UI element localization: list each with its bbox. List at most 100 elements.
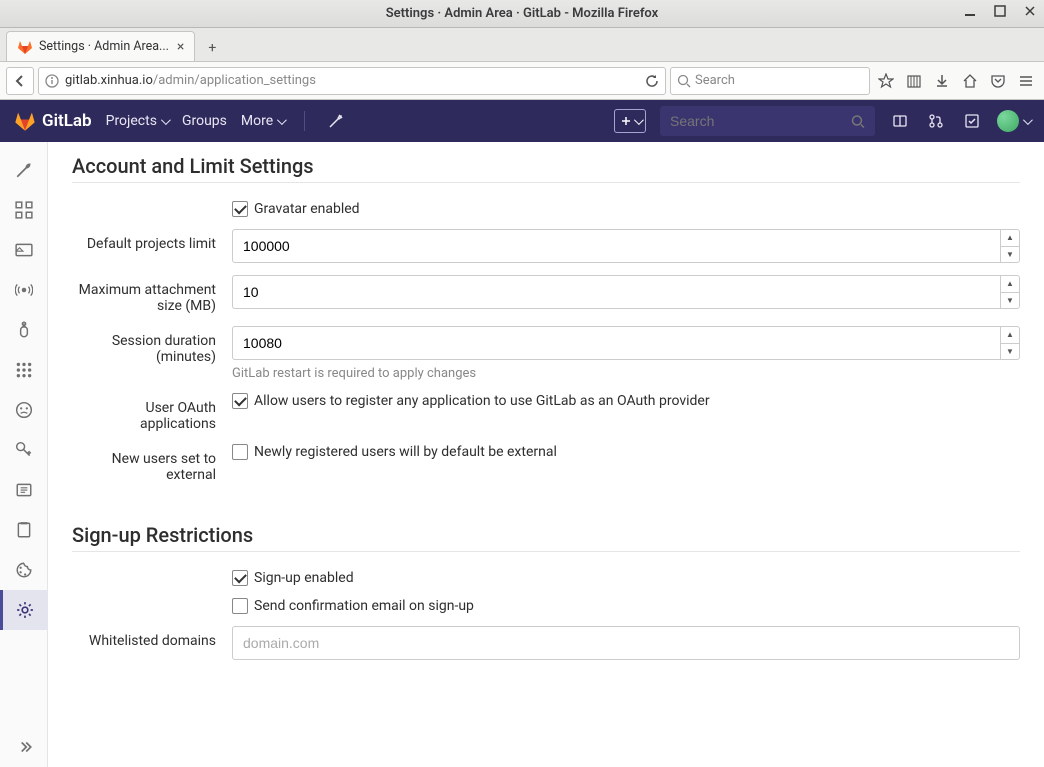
sidebar-item-deploy-keys[interactable]	[0, 430, 48, 470]
close-button[interactable]	[1022, 3, 1038, 19]
download-icon[interactable]	[930, 69, 954, 93]
sidebar-item-abuse[interactable]	[0, 390, 48, 430]
spinner-up-icon[interactable]: ▲	[1001, 276, 1019, 293]
new-tab-button[interactable]: +	[197, 35, 227, 61]
sidebar-item-runners[interactable]	[0, 510, 48, 550]
bookmark-star-icon[interactable]	[874, 69, 898, 93]
merge-requests-icon[interactable]	[925, 110, 947, 132]
new-dropdown-button[interactable]	[614, 109, 646, 133]
main-content: Account and Limit Settings Gravatar enab…	[48, 142, 1044, 767]
gitlab-search-input[interactable]	[670, 113, 851, 129]
user-menu[interactable]	[997, 110, 1030, 132]
url-bar[interactable]: gitlab.xinhua.io/admin/application_setti…	[38, 67, 666, 95]
tab-title: Settings · Admin Area...	[39, 39, 169, 54]
nav-projects-label: Projects	[106, 113, 157, 129]
spinner-up-icon[interactable]: ▲	[1001, 327, 1019, 344]
home-icon[interactable]	[958, 69, 982, 93]
browser-search-box[interactable]: Search	[670, 67, 870, 95]
send-confirmation-checkbox[interactable]	[232, 598, 248, 614]
sidebar-item-messages[interactable]	[0, 230, 48, 270]
session-duration-input[interactable]	[232, 326, 1000, 360]
maximize-button[interactable]	[992, 3, 1008, 19]
signup-enabled-checkbox[interactable]	[232, 570, 248, 586]
nav-more-label: More	[241, 113, 273, 129]
info-icon[interactable]	[45, 74, 59, 88]
nav-more[interactable]: More	[241, 113, 284, 129]
sidebar-item-labels[interactable]	[0, 470, 48, 510]
session-duration-help: GitLab restart is required to apply chan…	[232, 366, 1020, 381]
url-path: /admin/application_settings	[153, 73, 316, 88]
new-users-external-check-label: Newly registered users will by default b…	[254, 444, 557, 460]
avatar	[997, 110, 1019, 132]
issues-icon[interactable]	[889, 110, 911, 132]
browser-tab-active[interactable]: Settings · Admin Area... ×	[6, 31, 195, 61]
chevron-down-icon	[1023, 115, 1033, 125]
search-icon	[677, 74, 691, 88]
number-spinners[interactable]: ▲▼	[1000, 275, 1020, 309]
chevron-down-icon	[277, 115, 287, 125]
signup-enabled-label: Sign-up enabled	[254, 570, 354, 586]
admin-sidebar	[0, 142, 48, 767]
plus-icon	[620, 115, 632, 127]
window-titlebar: Settings · Admin Area · GitLab - Mozilla…	[0, 0, 1044, 28]
brand-text: GitLab	[42, 111, 92, 131]
new-users-external-label: New users set to external	[72, 444, 232, 483]
sidebar-item-broadcast[interactable]	[0, 270, 48, 310]
sidebar-item-settings[interactable]	[0, 590, 48, 630]
spinner-down-icon[interactable]: ▼	[1001, 293, 1019, 309]
browser-search-placeholder: Search	[695, 73, 735, 88]
spinner-up-icon[interactable]: ▲	[1001, 230, 1019, 247]
search-icon	[851, 114, 865, 129]
new-users-external-checkbox[interactable]	[232, 444, 248, 460]
section-divider	[72, 551, 1020, 552]
library-icon[interactable]	[902, 69, 926, 93]
chevron-down-icon	[161, 115, 171, 125]
tab-close-icon[interactable]: ×	[177, 39, 184, 55]
session-duration-label: Session duration (minutes)	[72, 326, 232, 365]
sidebar-item-monitoring[interactable]	[0, 190, 48, 230]
default-projects-limit-label: Default projects limit	[72, 229, 232, 252]
whitelisted-domains-input[interactable]	[232, 626, 1020, 660]
admin-wrench-icon[interactable]	[325, 110, 347, 132]
default-projects-limit-input[interactable]	[232, 229, 1000, 263]
number-spinners[interactable]: ▲▼	[1000, 326, 1020, 360]
gravatar-label: Gravatar enabled	[254, 201, 360, 217]
user-oauth-check-label: Allow users to register any application …	[254, 393, 710, 409]
number-spinners[interactable]: ▲▼	[1000, 229, 1020, 263]
max-attachment-label: Maximum attachment size (MB)	[72, 275, 232, 314]
user-oauth-checkbox[interactable]	[232, 393, 248, 409]
nav-divider	[304, 111, 305, 131]
nav-groups[interactable]: Groups	[182, 113, 227, 129]
spinner-down-icon[interactable]: ▼	[1001, 344, 1019, 360]
gitlab-logo-icon	[14, 110, 36, 132]
gitlab-logo[interactable]: GitLab	[14, 110, 92, 132]
sidebar-item-overview[interactable]	[0, 150, 48, 190]
reload-button[interactable]	[645, 74, 659, 88]
user-oauth-label: User OAuth applications	[72, 393, 232, 432]
nav-groups-label: Groups	[182, 113, 227, 129]
sidebar-collapse-button[interactable]	[0, 727, 48, 767]
nav-projects[interactable]: Projects	[106, 113, 168, 129]
chevron-down-icon	[633, 115, 643, 125]
back-button[interactable]	[6, 67, 34, 95]
minimize-button[interactable]	[962, 3, 978, 19]
gitlab-topnav: GitLab Projects Groups More	[0, 100, 1044, 142]
gravatar-checkbox[interactable]	[232, 201, 248, 217]
url-host: gitlab.xinhua.io	[65, 73, 153, 88]
todos-icon[interactable]	[961, 110, 983, 132]
section-title-signup: Sign-up Restrictions	[72, 523, 1020, 547]
send-confirmation-label: Send confirmation email on sign-up	[254, 598, 474, 614]
gitlab-search-box[interactable]	[660, 106, 875, 136]
sidebar-item-hooks[interactable]	[0, 310, 48, 350]
hamburger-menu-icon[interactable]	[1014, 69, 1038, 93]
whitelisted-domains-label: Whitelisted domains	[72, 626, 232, 649]
section-divider	[72, 182, 1020, 183]
pocket-icon[interactable]	[986, 69, 1010, 93]
spinner-down-icon[interactable]: ▼	[1001, 247, 1019, 263]
url-toolbar: gitlab.xinhua.io/admin/application_setti…	[0, 62, 1044, 100]
max-attachment-input[interactable]	[232, 275, 1000, 309]
window-title: Settings · Admin Area · GitLab - Mozilla…	[386, 6, 659, 21]
sidebar-item-appearance[interactable]	[0, 550, 48, 590]
section-title-account: Account and Limit Settings	[72, 154, 1020, 178]
sidebar-item-applications[interactable]	[0, 350, 48, 390]
